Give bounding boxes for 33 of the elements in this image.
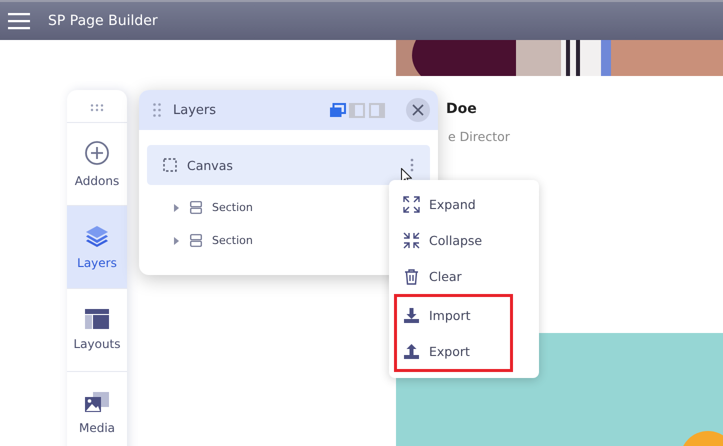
section-icon xyxy=(190,201,202,214)
expand-icon xyxy=(403,196,420,212)
sidebar-tab[interactable]: Addons xyxy=(67,122,127,205)
export-icon xyxy=(403,342,420,360)
sidebar-tab[interactable]: Media xyxy=(67,371,127,446)
more-icon[interactable] xyxy=(410,158,414,172)
layout-icon xyxy=(85,309,109,329)
canvas-icon xyxy=(163,158,177,172)
clear-icon xyxy=(403,268,420,284)
close-button[interactable] xyxy=(406,98,430,122)
menu-item[interactable]: Import xyxy=(397,297,510,333)
panel-title: Layers xyxy=(173,102,218,118)
section-icon xyxy=(190,234,202,247)
image-icon xyxy=(85,391,109,413)
plus-circle-icon xyxy=(84,140,110,166)
caret-icon[interactable] xyxy=(173,236,180,246)
sidebar-tab[interactable]: Layouts xyxy=(67,288,127,371)
person-role: e Director xyxy=(448,129,510,144)
tree-item[interactable]: Canvas xyxy=(147,145,430,185)
person-name: Doe xyxy=(446,101,477,117)
close-icon xyxy=(412,104,424,116)
layers-icon xyxy=(84,224,110,248)
menu-icon[interactable] xyxy=(8,12,30,30)
menu-item[interactable]: Clear xyxy=(389,258,539,294)
import-icon xyxy=(403,306,420,324)
app-title: SP Page Builder xyxy=(48,13,158,29)
view-mode-button[interactable] xyxy=(329,102,346,118)
drag-handle-icon[interactable] xyxy=(153,103,161,117)
caret-icon[interactable] xyxy=(173,202,180,212)
sidebar-tab[interactable]: Layers xyxy=(67,205,127,288)
collapse-icon xyxy=(403,232,420,248)
menu-item[interactable]: Export xyxy=(397,333,510,369)
drag-handle-icon[interactable] xyxy=(90,104,104,112)
